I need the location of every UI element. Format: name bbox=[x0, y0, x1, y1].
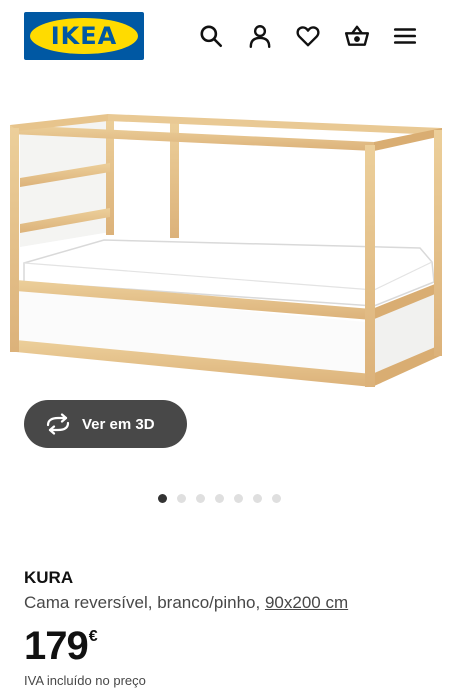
product-size-link[interactable]: 90x200 cm bbox=[265, 593, 348, 612]
kura-bed-illustration bbox=[10, 114, 442, 387]
carousel-dot-7[interactable] bbox=[272, 493, 281, 503]
favourites-button[interactable] bbox=[292, 20, 324, 52]
menu-button[interactable] bbox=[389, 20, 421, 52]
heart-icon bbox=[296, 26, 320, 47]
carousel-dot-3[interactable] bbox=[196, 493, 205, 503]
product-image[interactable] bbox=[0, 100, 454, 400]
ikea-logo[interactable]: IKEA bbox=[24, 12, 144, 60]
product-price: 179 € bbox=[24, 622, 98, 670]
profile-button[interactable] bbox=[244, 20, 276, 52]
carousel-dot-1[interactable] bbox=[158, 493, 167, 503]
price-integer: 179 bbox=[24, 624, 89, 668]
product-name: KURA bbox=[24, 568, 74, 587]
product-description: Cama reversível, branco/pinho, 90x200 cm bbox=[24, 593, 348, 613]
price-currency: € bbox=[88, 628, 98, 645]
carousel-dot-6[interactable] bbox=[253, 493, 262, 503]
header: IKEA bbox=[0, 0, 454, 72]
view-in-3d-button[interactable]: Ver em 3D bbox=[24, 400, 187, 448]
logo-text: IKEA bbox=[50, 22, 118, 50]
product-description-text: Cama reversível, branco/pinho, bbox=[24, 593, 261, 612]
logo-oval: IKEA bbox=[30, 18, 138, 54]
image-carousel-dots bbox=[158, 492, 281, 504]
carousel-dot-5[interactable] bbox=[234, 493, 243, 503]
view-in-3d-label: Ver em 3D bbox=[82, 415, 155, 433]
basket-button[interactable] bbox=[341, 20, 373, 52]
search-icon bbox=[200, 25, 223, 48]
rotate-3d-icon bbox=[46, 413, 70, 435]
carousel-dot-4[interactable] bbox=[215, 493, 224, 503]
vat-note: IVA incluído no preço bbox=[24, 673, 146, 688]
profile-icon bbox=[249, 25, 271, 49]
menu-icon bbox=[393, 28, 417, 44]
carousel-dot-2[interactable] bbox=[177, 493, 186, 503]
basket-icon bbox=[344, 25, 370, 46]
search-button[interactable] bbox=[195, 20, 227, 52]
